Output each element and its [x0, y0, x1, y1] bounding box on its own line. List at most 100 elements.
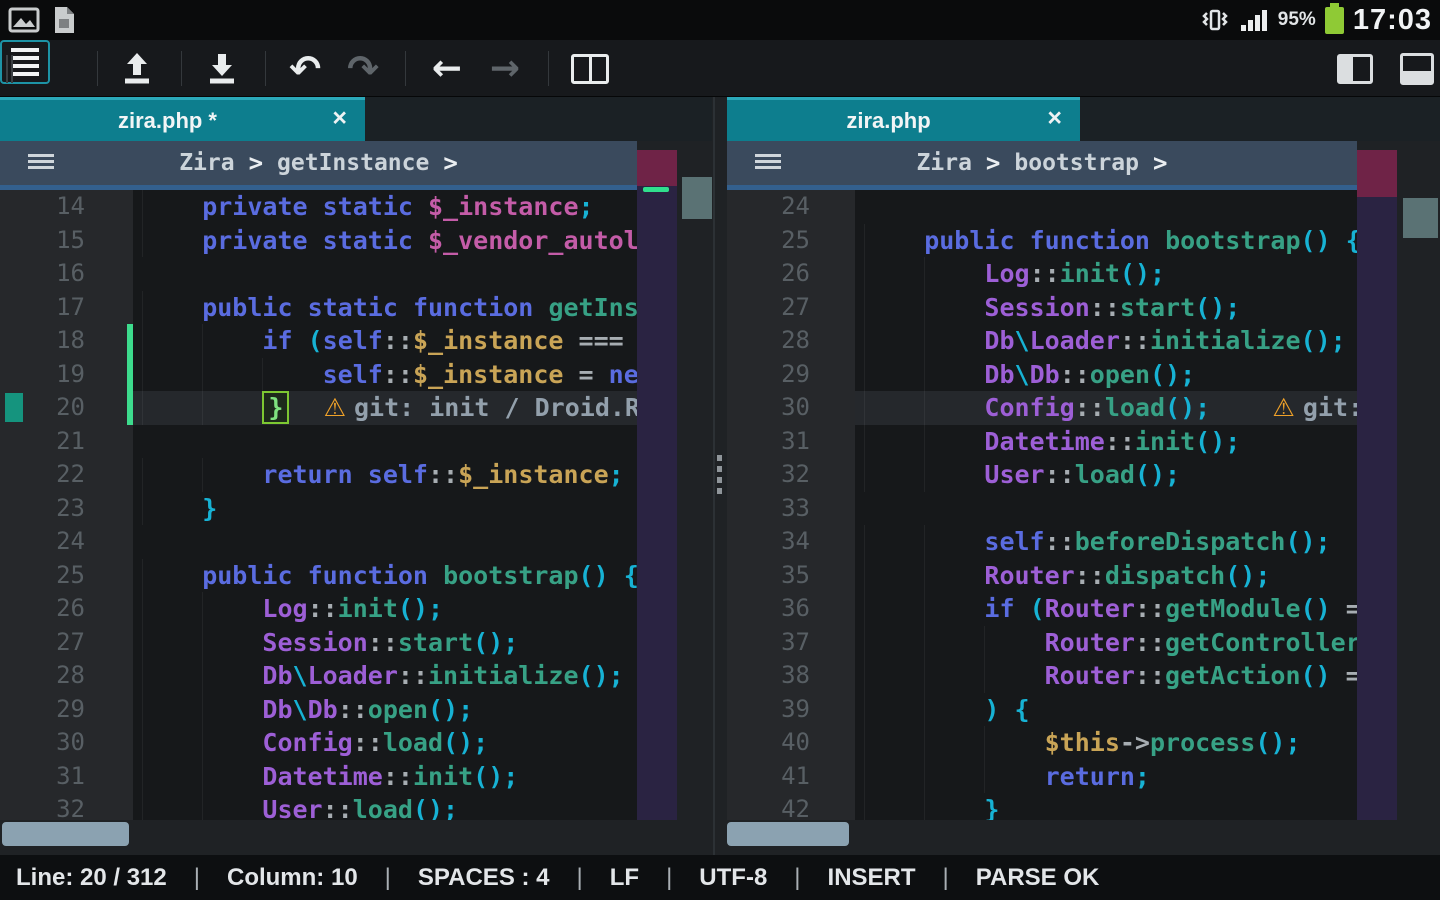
- gutter-line-number[interactable]: 26: [0, 592, 133, 626]
- code-line[interactable]: 39) {: [727, 693, 1357, 727]
- gutter-line-number[interactable]: 22: [0, 458, 133, 492]
- code-line[interactable]: 36if (Router::getModule() =: [727, 592, 1357, 626]
- code-line[interactable]: 38Router::getAction() =: [727, 659, 1357, 693]
- redo-button[interactable]: ↷: [341, 47, 385, 91]
- code-line[interactable]: 27Session::start();: [727, 291, 1357, 325]
- gutter-line-number[interactable]: 28: [0, 659, 133, 693]
- gutter-line-number[interactable]: 31: [727, 425, 855, 459]
- gutter-line-number[interactable]: 27: [727, 291, 855, 325]
- gutter-line-number[interactable]: 24: [0, 525, 133, 559]
- gutter-line-number[interactable]: 42: [727, 793, 855, 820]
- code-line[interactable]: 20} ⚠git: init / Droid.Ru: [0, 391, 637, 425]
- line-ending-indicator[interactable]: LF: [610, 864, 639, 892]
- gutter-line-number[interactable]: 19: [0, 358, 133, 392]
- code-line[interactable]: 30Config::load();: [0, 726, 637, 760]
- gutter-line-number[interactable]: 28: [727, 324, 855, 358]
- gutter-line-number[interactable]: 35: [727, 559, 855, 593]
- encoding-indicator[interactable]: UTF-8: [699, 864, 767, 892]
- navigate-forward-button[interactable]: →: [483, 47, 527, 91]
- code-line[interactable]: 33: [727, 492, 1357, 526]
- gutter-line-number[interactable]: 29: [0, 693, 133, 727]
- breadcrumb-item[interactable]: Zira: [917, 150, 972, 176]
- gutter-line-number[interactable]: 15: [0, 224, 133, 258]
- code-line[interactable]: 24: [727, 190, 1357, 224]
- horizontal-scrollbar-thumb[interactable]: [727, 822, 849, 846]
- code-line[interactable]: 31Datetime::init();: [727, 425, 1357, 459]
- breadcrumb-item[interactable]: Zira: [179, 150, 234, 176]
- code-line[interactable]: 27Session::start();: [0, 626, 637, 660]
- split-horizontal-button[interactable]: [1395, 47, 1439, 91]
- gutter-line-number[interactable]: 14: [0, 190, 133, 224]
- gutter-line-number[interactable]: 41: [727, 760, 855, 794]
- gutter-line-number[interactable]: 16: [0, 257, 133, 291]
- code-line[interactable]: 25public function bootstrap() {: [0, 559, 637, 593]
- code-line[interactable]: 23}: [0, 492, 637, 526]
- gutter-line-number[interactable]: 18: [0, 324, 133, 358]
- code-line[interactable]: 32User::load();: [727, 458, 1357, 492]
- split-view-button[interactable]: [568, 47, 612, 91]
- gutter-line-number[interactable]: 30: [0, 726, 133, 760]
- gutter-line-number[interactable]: 40: [727, 726, 855, 760]
- file-tab[interactable]: zira.php * ×: [0, 97, 365, 141]
- tab-close-icon[interactable]: ×: [1047, 104, 1062, 133]
- undo-button[interactable]: ↶: [283, 47, 327, 91]
- overview-scroll-strip[interactable]: [1357, 150, 1397, 820]
- code-line[interactable]: 28Db\Loader::initialize();: [0, 659, 637, 693]
- line-indicator[interactable]: Line: 20 / 312: [16, 864, 167, 892]
- split-vertical-button[interactable]: [1333, 47, 1377, 91]
- code-line[interactable]: 34self::beforeDispatch();: [727, 525, 1357, 559]
- column-indicator[interactable]: Column: 10: [227, 864, 358, 892]
- code-line[interactable]: 31Datetime::init();: [0, 760, 637, 794]
- code-line[interactable]: 42}: [727, 793, 1357, 820]
- code-line[interactable]: 26Log::init();: [727, 257, 1357, 291]
- gutter-line-number[interactable]: 25: [0, 559, 133, 593]
- parse-status-indicator[interactable]: PARSE OK: [976, 864, 1100, 892]
- breadcrumb-item[interactable]: getInstance: [277, 150, 429, 176]
- gutter-line-number[interactable]: 20: [0, 391, 133, 425]
- breadcrumb-item[interactable]: bootstrap: [1014, 150, 1139, 176]
- horizontal-scrollbar-thumb[interactable]: [2, 822, 129, 846]
- code-line[interactable]: 21: [0, 425, 637, 459]
- code-line[interactable]: 32User::load();: [0, 793, 637, 820]
- code-line[interactable]: 15private static $_vendor_autol: [0, 224, 637, 258]
- gutter-line-number[interactable]: 38: [727, 659, 855, 693]
- gutter-line-number[interactable]: 27: [0, 626, 133, 660]
- gutter-line-number[interactable]: 17: [0, 291, 133, 325]
- pane-divider[interactable]: [712, 97, 727, 855]
- gutter-line-number[interactable]: 36: [727, 592, 855, 626]
- gutter-line-number[interactable]: 31: [0, 760, 133, 794]
- gutter-line-number[interactable]: 32: [0, 793, 133, 820]
- code-line[interactable]: 29Db\Db::open();: [0, 693, 637, 727]
- gutter-line-number[interactable]: 34: [727, 525, 855, 559]
- gutter-line-number[interactable]: 26: [727, 257, 855, 291]
- gutter-line-number[interactable]: 23: [0, 492, 133, 526]
- navigate-back-button[interactable]: ←: [425, 47, 469, 91]
- gutter-line-number[interactable]: 33: [727, 492, 855, 526]
- overview-scroll-strip[interactable]: [637, 150, 677, 820]
- code-line[interactable]: 19self::$_instance = ne: [0, 358, 637, 392]
- code-line[interactable]: 29Db\Db::open();: [727, 358, 1357, 392]
- gutter-line-number[interactable]: 25: [727, 224, 855, 258]
- breadcrumb-menu-icon[interactable]: [28, 154, 54, 169]
- code-line[interactable]: 24: [0, 525, 637, 559]
- code-line[interactable]: 30Config::load(); ⚠git: i: [727, 391, 1357, 425]
- code-line[interactable]: 40$this->process();: [727, 726, 1357, 760]
- code-line[interactable]: 37Router::getController: [727, 626, 1357, 660]
- file-tab[interactable]: zira.php ×: [727, 97, 1080, 141]
- save-file-button[interactable]: [200, 47, 244, 91]
- code-line[interactable]: 26Log::init();: [0, 592, 637, 626]
- input-mode-indicator[interactable]: INSERT: [828, 864, 916, 892]
- gutter-line-number[interactable]: 37: [727, 626, 855, 660]
- breadcrumb-menu-icon[interactable]: [755, 154, 781, 169]
- gutter-line-number[interactable]: 21: [0, 425, 133, 459]
- gutter-line-number[interactable]: 29: [727, 358, 855, 392]
- gutter-line-number[interactable]: 30: [727, 391, 855, 425]
- code-line[interactable]: 14private static $_instance;: [0, 190, 637, 224]
- code-line[interactable]: 22return self::$_instance;: [0, 458, 637, 492]
- gutter-line-number[interactable]: 32: [727, 458, 855, 492]
- code-line[interactable]: 41return;: [727, 760, 1357, 794]
- code-editor-area[interactable]: 14private static $_instance;15private st…: [0, 190, 637, 820]
- gutter-line-number[interactable]: 24: [727, 190, 855, 224]
- gutter-line-number[interactable]: 39: [727, 693, 855, 727]
- tab-close-icon[interactable]: ×: [332, 104, 347, 133]
